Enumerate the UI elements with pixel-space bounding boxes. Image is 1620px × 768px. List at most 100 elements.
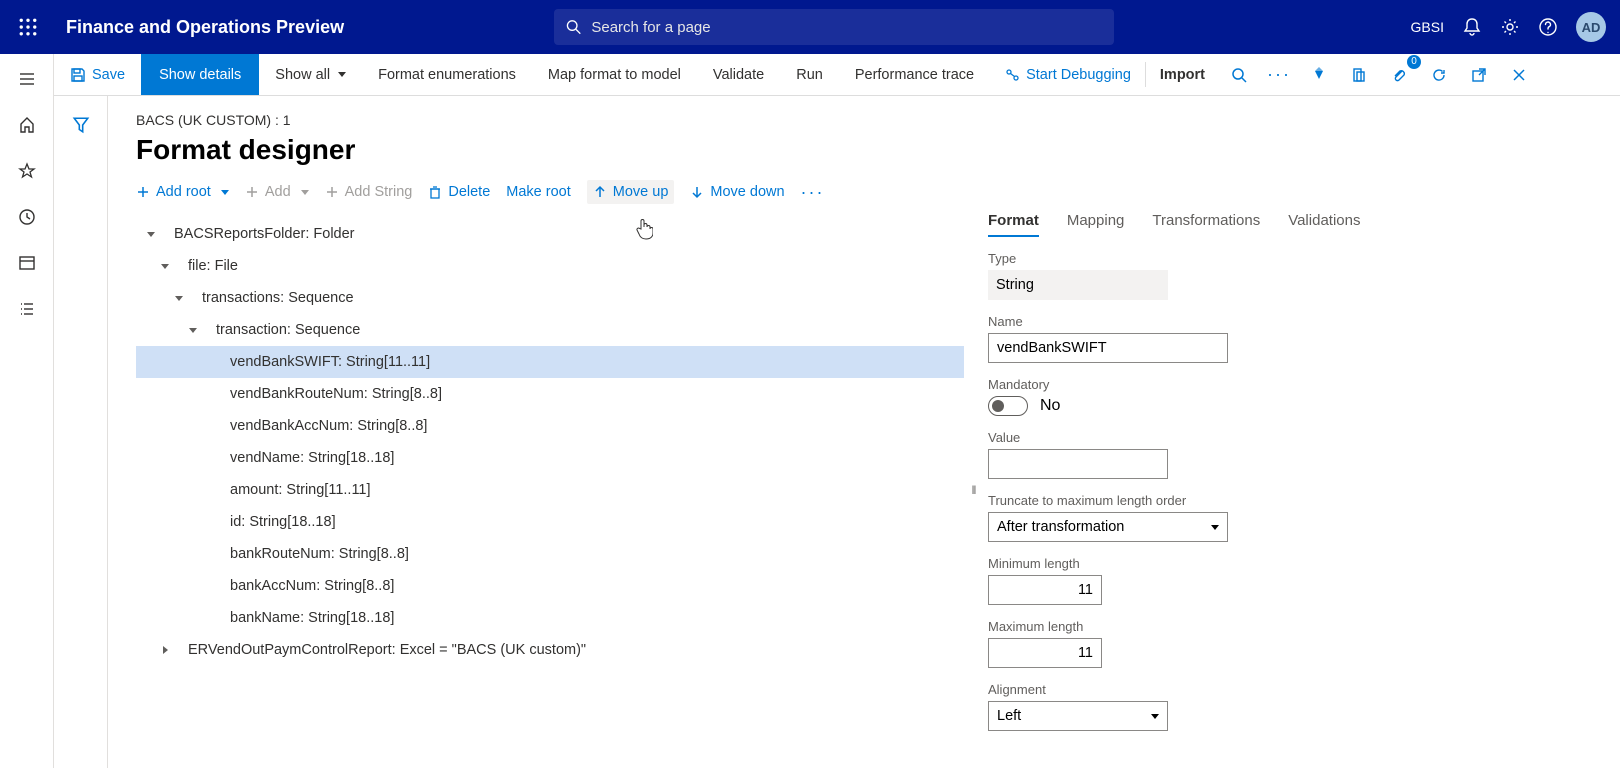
page-options-icon[interactable] [1343,59,1375,91]
show-details-button[interactable]: Show details [141,54,259,95]
page-title: Format designer [136,134,1592,166]
tab-transformations[interactable]: Transformations [1152,212,1260,237]
alignment-select[interactable]: Left [988,701,1168,731]
tree-caret-icon[interactable] [144,230,158,238]
value-label: Value [988,430,1580,445]
add-button[interactable]: Add [245,184,309,200]
performance-trace-button[interactable]: Performance trace [839,54,990,95]
type-value: String [988,270,1168,300]
add-string-button[interactable]: Add String [325,184,413,200]
min-length-input[interactable] [988,575,1102,605]
max-length-input[interactable] [988,638,1102,668]
tree-row[interactable]: vendBankSWIFT: String[11..11] [136,346,964,378]
mandatory-toggle[interactable] [988,396,1028,416]
tree-row[interactable]: transaction: Sequence [136,314,964,346]
find-button[interactable] [1223,59,1255,91]
bell-icon[interactable] [1462,17,1482,37]
make-root-button[interactable]: Make root [506,184,570,200]
map-format-button[interactable]: Map format to model [532,54,697,95]
tab-validations[interactable]: Validations [1288,212,1360,237]
close-button[interactable] [1503,59,1535,91]
tree-row[interactable]: vendBankAccNum: String[8..8] [136,410,964,442]
designer-toolbar: Add root Add Add String Delete Make root… [136,180,1592,204]
attachments-badge: 0 [1407,55,1421,69]
show-all-button[interactable]: Show all [259,54,362,95]
tree-node-label: vendBankRouteNum: String[8..8] [230,386,442,402]
name-label: Name [988,314,1580,329]
type-label: Type [988,251,1580,266]
tree-row[interactable]: vendBankRouteNum: String[8..8] [136,378,964,410]
tree-row[interactable]: ERVendOutPaymControlReport: Excel = "BAC… [136,634,964,666]
start-debugging-button[interactable]: Start Debugging [990,54,1145,95]
truncate-select[interactable]: After transformation [988,512,1228,542]
show-all-label: Show all [275,67,330,83]
tree-row[interactable]: bankAccNum: String[8..8] [136,570,964,602]
save-button[interactable]: Save [54,54,141,95]
tab-mapping[interactable]: Mapping [1067,212,1125,237]
perf-trace-label: Performance trace [855,67,974,83]
company-code[interactable]: GBSI [1411,19,1444,35]
tree-row[interactable]: id: String[18..18] [136,506,964,538]
add-root-label: Add root [156,184,211,200]
move-up-button[interactable]: Move up [587,180,675,204]
tree-row[interactable]: bankName: String[18..18] [136,602,964,634]
tree-row[interactable]: bankRouteNum: String[8..8] [136,538,964,570]
tree-node-label: vendBankAccNum: String[8..8] [230,418,427,434]
toolbar-more-button[interactable]: ··· [801,182,825,203]
move-down-button[interactable]: Move down [690,184,784,200]
search-box[interactable] [554,9,1114,45]
app-launcher-icon[interactable] [8,18,48,36]
tree-row[interactable]: transactions: Sequence [136,282,964,314]
value-input[interactable] [988,449,1168,479]
search-input[interactable] [591,19,1102,36]
recent-icon[interactable] [0,194,54,240]
tab-format[interactable]: Format [988,212,1039,237]
popout-button[interactable] [1463,59,1495,91]
tree-node-label: bankName: String[18..18] [230,610,394,626]
user-avatar[interactable]: AD [1576,12,1606,42]
chevron-down-icon [217,184,229,200]
star-icon[interactable] [0,148,54,194]
run-button[interactable]: Run [780,54,839,95]
tree-caret-icon[interactable] [158,646,172,654]
more-button[interactable]: ··· [1263,59,1295,91]
make-root-label: Make root [506,184,570,200]
truncate-value: After transformation [997,519,1124,535]
hamburger-icon[interactable] [0,56,54,102]
tree-node-label: transaction: Sequence [216,322,360,338]
format-enum-label: Format enumerations [378,67,516,83]
truncate-label: Truncate to maximum length order [988,493,1580,508]
tree-caret-icon[interactable] [158,262,172,270]
delete-label: Delete [448,184,490,200]
splitter[interactable]: ‖ [964,212,982,768]
add-string-label: Add String [345,184,413,200]
diamond-icon[interactable] [1303,59,1335,91]
import-button[interactable]: Import [1146,54,1219,95]
delete-button[interactable]: Delete [428,184,490,200]
modules-icon[interactable] [0,286,54,332]
tree-caret-icon[interactable] [172,294,186,302]
refresh-button[interactable] [1423,59,1455,91]
search-icon [566,19,581,35]
add-label: Add [265,184,291,200]
tree-row[interactable]: BACSReportsFolder: Folder [136,218,964,250]
add-root-button[interactable]: Add root [136,184,229,200]
tree-caret-icon[interactable] [186,326,200,334]
attachments-button[interactable]: 0 [1383,59,1415,91]
filter-icon[interactable] [72,116,90,134]
name-input[interactable] [988,333,1228,363]
show-details-label: Show details [159,67,241,83]
gear-icon[interactable] [1500,17,1520,37]
tree-row[interactable]: amount: String[11..11] [136,474,964,506]
action-bar: Save Show details Show all Format enumer… [54,54,1620,96]
validate-button[interactable]: Validate [697,54,780,95]
validate-label: Validate [713,67,764,83]
run-label: Run [796,67,823,83]
workspace-icon[interactable] [0,240,54,286]
tree-row[interactable]: file: File [136,250,964,282]
help-icon[interactable] [1538,17,1558,37]
home-icon[interactable] [0,102,54,148]
alignment-value: Left [997,708,1021,724]
format-enumerations-button[interactable]: Format enumerations [362,54,532,95]
tree-row[interactable]: vendName: String[18..18] [136,442,964,474]
